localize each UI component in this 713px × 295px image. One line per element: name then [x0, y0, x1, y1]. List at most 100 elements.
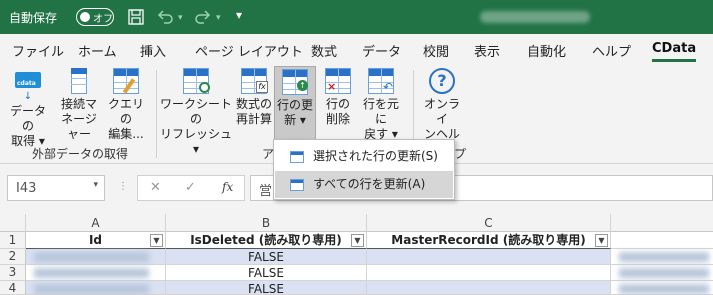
- empty-cell[interactable]: [611, 232, 713, 249]
- table-cell[interactable]: [367, 265, 611, 281]
- table-cell[interactable]: FALSE: [166, 281, 367, 295]
- table-cell[interactable]: [611, 265, 713, 281]
- connection-manager-button[interactable]: 接続マ ネージャー: [56, 68, 102, 142]
- save-icon[interactable]: [128, 9, 144, 28]
- update-rows-dropdown-menu: 選択された行の更新(S) すべての行を更新(A): [273, 139, 455, 200]
- worksheet-refresh-label-2: リフレッシュ ▾: [160, 127, 233, 156]
- recalculate-label-1: 数式の: [235, 97, 272, 111]
- select-all-corner[interactable]: [0, 214, 26, 232]
- undo-dropdown-icon[interactable]: ▾: [178, 13, 183, 23]
- name-box-dropdown-icon[interactable]: ▾: [93, 180, 98, 190]
- tab-help[interactable]: ヘルプ: [592, 41, 631, 60]
- header-isdeleted: IsDeleted (読み取り専用): [190, 233, 342, 247]
- tab-view[interactable]: 表示: [474, 41, 500, 60]
- ribbon-separator: [156, 70, 157, 158]
- tab-insert[interactable]: 挿入: [140, 41, 166, 60]
- help-question-icon: ?: [429, 68, 455, 94]
- ribbon-tabs: ファイル ホーム 挿入 ページ レイアウト 数式 データ 校閲 表示 自動化 ヘ…: [0, 34, 713, 64]
- redacted-value: [34, 252, 149, 262]
- table-cell[interactable]: [611, 281, 713, 295]
- menu-item-update-selected-rows[interactable]: 選択された行の更新(S): [275, 143, 453, 170]
- header-masterrecordid: MasterRecordId (読み取り専用): [391, 233, 586, 247]
- cancel-icon[interactable]: ✕: [150, 180, 161, 195]
- update-selected-icon: [290, 151, 304, 163]
- table-cell[interactable]: [367, 281, 611, 295]
- worksheet-refresh-icon: [183, 68, 210, 94]
- recalculate-label-2: 再計算: [235, 112, 272, 126]
- connection-manager-label-2: ネージャー: [61, 112, 97, 141]
- column-header-next[interactable]: [611, 214, 713, 232]
- redacted-value: [619, 252, 709, 262]
- redacted-value: [34, 284, 149, 294]
- menu-item-update-all-rows[interactable]: すべての行を更新(A): [275, 171, 453, 198]
- delete-rows-icon: ×: [325, 68, 351, 94]
- column-header[interactable]: B: [166, 214, 367, 232]
- customize-qat-icon[interactable]: ▾: [236, 8, 242, 22]
- table-cell[interactable]: [611, 249, 713, 265]
- tab-home[interactable]: ホーム: [78, 41, 117, 60]
- name-box[interactable]: I43 ▾: [7, 175, 105, 201]
- table-cell[interactable]: [26, 265, 166, 281]
- redo-dropdown-icon[interactable]: ▾: [216, 13, 221, 23]
- recalculate-icon: fx: [241, 68, 268, 94]
- table-cell[interactable]: [26, 249, 166, 265]
- table-cell[interactable]: [367, 249, 611, 265]
- column-header[interactable]: C: [367, 214, 611, 232]
- edit-query-label-1: クエリの: [107, 97, 144, 126]
- worksheet-refresh-button[interactable]: ワークシートの リフレッシュ ▾: [160, 68, 232, 157]
- column-header[interactable]: A: [26, 214, 166, 232]
- formula-content: 営: [259, 184, 273, 199]
- enter-icon[interactable]: ✓: [185, 180, 196, 195]
- tab-formulas[interactable]: 数式: [311, 41, 337, 60]
- toggle-state-label: オフ: [93, 14, 113, 25]
- group-label-external-data: 外部データの取得: [32, 147, 129, 161]
- autosave-toggle[interactable]: オフ: [76, 8, 114, 26]
- filter-dropdown-icon[interactable]: ▼: [351, 234, 364, 247]
- delete-rows-label-2: 削除: [325, 112, 350, 126]
- online-help-label-1: オンライ: [423, 97, 460, 126]
- table-cell[interactable]: [26, 281, 166, 295]
- redacted-value: [34, 268, 149, 278]
- group-label-help: プ: [454, 147, 467, 161]
- menu-item-label: 選択された行の更新(S): [313, 149, 438, 163]
- redacted-value: [619, 284, 709, 294]
- document-title-redacted: [480, 11, 590, 23]
- redacted-value: [619, 268, 709, 278]
- table-cell[interactable]: FALSE: [166, 265, 367, 281]
- row-header[interactable]: 3: [0, 265, 26, 281]
- filter-dropdown-icon[interactable]: ▼: [595, 234, 608, 247]
- revert-rows-button[interactable]: ↶ 行を元に 戻す ▾: [358, 68, 404, 142]
- menu-item-label: すべての行を更新(A): [313, 177, 426, 191]
- table-header-cell[interactable]: Id ▼: [26, 232, 166, 249]
- delete-rows-button[interactable]: × 行の 削除: [320, 68, 356, 127]
- tab-review[interactable]: 校閲: [423, 41, 449, 60]
- recalculate-formulas-button[interactable]: fx 数式の 再計算: [234, 68, 274, 127]
- row-header[interactable]: 2: [0, 249, 26, 265]
- connection-manager-label-1: 接続マ: [60, 97, 97, 111]
- table-header-cell[interactable]: MasterRecordId (読み取り専用) ▼: [367, 232, 611, 249]
- cdata-logo-icon: cdata: [15, 72, 41, 88]
- undo-icon[interactable]: [156, 9, 174, 28]
- tab-page-layout[interactable]: ページ レイアウト: [195, 41, 303, 60]
- tab-data[interactable]: データ: [362, 41, 401, 60]
- tab-automate[interactable]: 自動化: [527, 41, 566, 60]
- connection-manager-icon: [66, 68, 92, 94]
- edit-query-button[interactable]: クエリの 編集...: [104, 68, 148, 142]
- name-box-value: I43: [16, 181, 37, 196]
- delete-rows-label-1: 行の: [325, 97, 350, 111]
- table-cell[interactable]: FALSE: [166, 249, 367, 265]
- update-rows-button[interactable]: ↑ 行の更 新 ▾: [274, 66, 316, 140]
- update-rows-label-2: 新 ▾: [284, 113, 306, 127]
- table-header-cell[interactable]: IsDeleted (読み取り専用) ▼: [166, 232, 367, 249]
- row-header[interactable]: 4: [0, 281, 26, 295]
- filter-dropdown-icon[interactable]: ▼: [150, 234, 163, 247]
- insert-function-icon[interactable]: fx: [222, 180, 233, 194]
- formula-buttons: ✕ ✓ fx: [137, 175, 245, 201]
- tab-file[interactable]: ファイル: [12, 41, 64, 60]
- tab-cdata[interactable]: CData: [652, 41, 697, 62]
- get-data-button[interactable]: cdata ↓ データの 取得 ▾: [6, 68, 50, 149]
- row-header[interactable]: 1: [0, 232, 26, 249]
- redo-icon[interactable]: [194, 9, 212, 28]
- autosave-label: 自動保存: [9, 11, 58, 25]
- edit-query-label-2: 編集...: [108, 127, 144, 141]
